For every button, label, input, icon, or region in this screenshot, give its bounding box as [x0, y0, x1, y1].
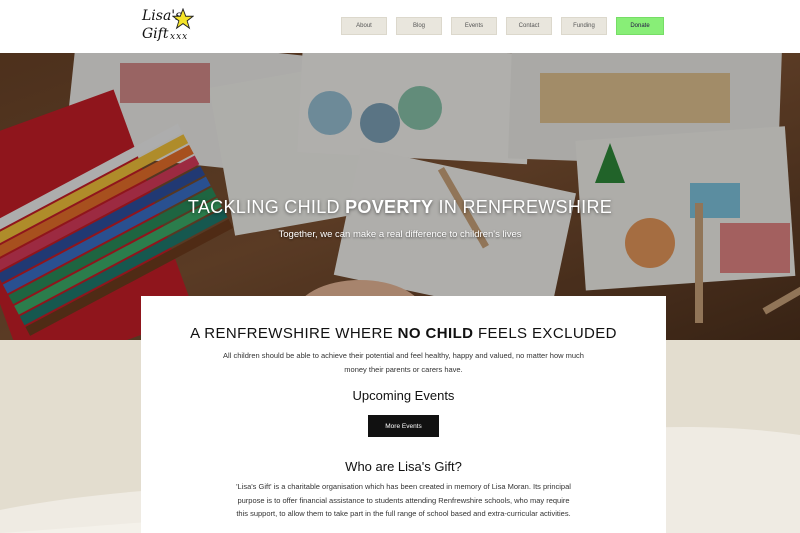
logo-line2: Gift — [142, 26, 169, 42]
hero-title: TACKLING CHILD POVERTY IN RENFREWSHIRE — [187, 197, 613, 217]
card-heading: A RENFREWSHIRE WHERE NO CHILD FEELS EXCL… — [190, 325, 617, 342]
nav-about[interactable]: About — [341, 17, 387, 35]
main-nav: About Blog Events Contact Funding Donate — [341, 17, 664, 35]
lisas-gift-logo[interactable]: Lisa's Gift xxx — [140, 6, 202, 46]
more-events-button[interactable]: More Events — [368, 415, 439, 437]
nav-blog[interactable]: Blog — [396, 17, 442, 35]
site-header: Lisa's Gift xxx About Blog Events Contac… — [0, 0, 800, 53]
nav-events[interactable]: Events — [451, 17, 497, 35]
hero-subtitle: Together, we can make a real difference … — [278, 229, 522, 240]
star-icon — [172, 8, 194, 30]
nav-contact[interactable]: Contact — [506, 17, 552, 35]
intro-card: A RENFREWSHIRE WHERE NO CHILD FEELS EXCL… — [141, 296, 666, 533]
who-are-paragraph: 'Lisa's Gift' is a charitable organisati… — [236, 482, 571, 518]
nav-funding[interactable]: Funding — [561, 17, 607, 35]
intro-paragraph: All children should be able to achieve t… — [223, 351, 584, 374]
upcoming-events-title: Upcoming Events — [352, 388, 455, 403]
donate-button[interactable]: Donate — [616, 17, 664, 35]
logo-xxx: xxx — [170, 32, 189, 42]
who-are-title: Who are Lisa's Gift? — [345, 459, 462, 474]
